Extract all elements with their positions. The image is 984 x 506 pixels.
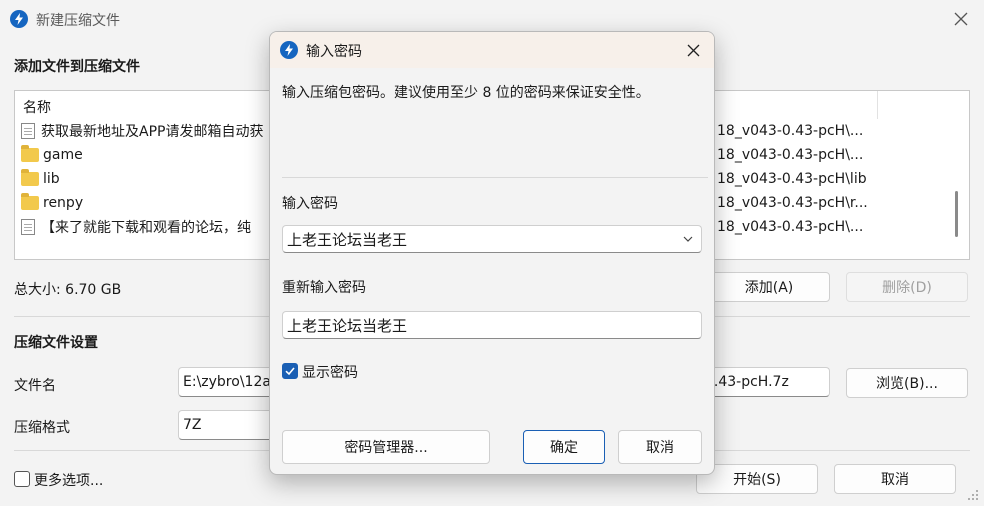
password-manager-button[interactable]: 密码管理器... — [282, 430, 490, 464]
format-label: 压缩格式 — [14, 420, 70, 436]
cancel-button[interactable]: 取消 — [834, 464, 956, 494]
folder-icon — [21, 169, 39, 186]
show-password-checkbox[interactable] — [282, 363, 298, 379]
total-size-label: 总大小: 6.70 GB — [14, 282, 122, 298]
file-path: 18_v043-0.43-pcH\... — [717, 123, 864, 139]
filename-input[interactable]: E:\zybro\12a — [178, 367, 278, 397]
dialog-title: 输入密码 — [306, 44, 362, 60]
confirm-password-value: 上老王论坛当老王 — [287, 316, 408, 335]
close-icon — [687, 44, 699, 56]
resize-grip-icon[interactable] — [966, 488, 980, 502]
divider — [282, 177, 708, 178]
dialog-close-button[interactable] — [676, 36, 710, 64]
file-name: renpy — [43, 195, 84, 211]
list-scrollbar[interactable] — [955, 191, 958, 237]
list-item[interactable]: game — [21, 144, 281, 166]
file-name: 获取最新地址及APP请发邮箱自动获 — [41, 124, 264, 140]
file-path: 18_v043-0.43-pcH\... — [717, 147, 864, 163]
section-add-files-title: 添加文件到压缩文件 — [14, 59, 140, 75]
chevron-down-icon[interactable] — [681, 232, 695, 246]
list-item[interactable]: 【来了就能下载和观看的论坛，纯 — [21, 216, 281, 238]
confirm-password-input[interactable]: 上老王论坛当老王 — [282, 311, 702, 339]
add-button[interactable]: 添加(A) — [708, 272, 830, 302]
column-divider — [877, 91, 878, 119]
file-icon — [21, 123, 35, 139]
more-options-label: 更多选项... — [34, 473, 104, 489]
folder-icon — [21, 193, 39, 210]
file-path: 18_v043-0.43-pcH\r... — [717, 195, 868, 211]
delete-button[interactable]: 删除(D) — [846, 272, 968, 302]
list-item[interactable]: renpy — [21, 192, 281, 214]
more-options-checkbox[interactable] — [14, 471, 30, 487]
folder-icon — [21, 145, 39, 162]
close-icon — [954, 12, 968, 26]
file-name: 【来了就能下载和观看的论坛，纯 — [41, 220, 251, 236]
file-name: lib — [43, 171, 60, 187]
confirm-password-label: 重新输入密码 — [282, 280, 366, 296]
browse-button[interactable]: 浏览(B)... — [846, 368, 968, 398]
app-logo-icon — [280, 41, 298, 59]
password-input[interactable]: 上老王论坛当老王 — [282, 225, 702, 253]
password-label: 输入密码 — [282, 196, 338, 212]
password-dialog: 输入密码 输入压缩包密码。建议使用至少 8 位的密码来保证安全性。 输入密码 上… — [269, 31, 715, 475]
list-item[interactable]: lib — [21, 168, 281, 190]
show-password-label: 显示密码 — [302, 365, 358, 381]
checkmark-icon — [285, 367, 295, 376]
file-path: 18_v043-0.43-pcH\... — [717, 219, 864, 235]
window-close-button[interactable] — [944, 4, 978, 34]
file-path: 18_v043-0.43-pcH\lib — [717, 171, 867, 187]
dialog-description: 输入压缩包密码。建议使用至少 8 位的密码来保证安全性。 — [282, 85, 650, 101]
password-value: 上老王论坛当老王 — [287, 230, 408, 249]
list-column-name-header[interactable]: 名称 — [23, 97, 51, 117]
filename-input-tail[interactable]: 0.43-pcH.7z — [700, 367, 830, 397]
window-title: 新建压缩文件 — [36, 13, 120, 29]
file-name: game — [43, 147, 83, 163]
app-logo-icon — [10, 10, 28, 28]
dialog-cancel-button[interactable]: 取消 — [618, 430, 702, 464]
dialog-titlebar: 输入密码 — [270, 32, 714, 68]
section-settings-title: 压缩文件设置 — [14, 335, 98, 351]
filename-label: 文件名 — [14, 378, 56, 394]
format-select[interactable]: 7Z — [178, 410, 278, 440]
file-icon — [21, 219, 35, 235]
ok-button[interactable]: 确定 — [523, 430, 605, 464]
list-item[interactable]: 获取最新地址及APP请发邮箱自动获 — [21, 120, 281, 142]
